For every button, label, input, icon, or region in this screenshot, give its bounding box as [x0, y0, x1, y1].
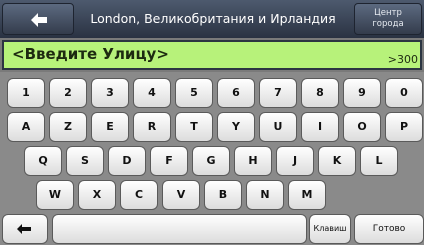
- key-p[interactable]: P: [385, 112, 423, 142]
- key-d[interactable]: D: [108, 146, 146, 176]
- key-k[interactable]: K: [318, 146, 356, 176]
- key-h[interactable]: H: [234, 146, 272, 176]
- city-center-label-2: города: [372, 19, 404, 29]
- left-arrow-icon: [31, 13, 47, 27]
- key-5[interactable]: 5: [175, 78, 213, 108]
- key-n[interactable]: N: [246, 180, 284, 210]
- key-i[interactable]: I: [301, 112, 339, 142]
- key-7[interactable]: 7: [259, 78, 297, 108]
- done-button[interactable]: Готово: [354, 214, 424, 244]
- key-y[interactable]: Y: [217, 112, 255, 142]
- keyboard: 1 2 3 4 5 6 7 8 9 0 A Z E R T Y U I O P …: [0, 72, 424, 245]
- city-center-label-1: Центр: [374, 8, 402, 18]
- key-u[interactable]: U: [259, 112, 297, 142]
- key-b[interactable]: B: [204, 180, 242, 210]
- key-f[interactable]: F: [150, 146, 188, 176]
- key-2[interactable]: 2: [49, 78, 87, 108]
- backspace-arrow-icon: [17, 224, 31, 234]
- key-r[interactable]: R: [133, 112, 171, 142]
- key-l[interactable]: L: [360, 146, 398, 176]
- top-bar: London, Великобритания и Ирландия Центр …: [0, 0, 424, 38]
- key-v[interactable]: V: [162, 180, 200, 210]
- key-e[interactable]: E: [91, 112, 129, 142]
- key-6[interactable]: 6: [217, 78, 255, 108]
- street-search-input[interactable]: <Введите Улицу> >300: [2, 40, 422, 70]
- key-j[interactable]: J: [276, 146, 314, 176]
- key-s[interactable]: S: [66, 146, 104, 176]
- key-z[interactable]: Z: [49, 112, 87, 142]
- key-3[interactable]: 3: [91, 78, 129, 108]
- page-title: London, Великобритания и Ирландия: [90, 11, 336, 26]
- keyboard-layout-button[interactable]: Клавиш: [309, 214, 351, 244]
- key-g[interactable]: G: [192, 146, 230, 176]
- key-1[interactable]: 1: [7, 78, 45, 108]
- key-9[interactable]: 9: [343, 78, 381, 108]
- key-t[interactable]: T: [175, 112, 213, 142]
- key-w[interactable]: W: [36, 180, 74, 210]
- key-q[interactable]: Q: [24, 146, 62, 176]
- key-m[interactable]: M: [288, 180, 326, 210]
- backspace-button[interactable]: [2, 214, 48, 244]
- key-c[interactable]: C: [120, 180, 158, 210]
- key-a[interactable]: A: [7, 112, 45, 142]
- back-button[interactable]: [2, 3, 74, 35]
- street-input-text: <Введите Улицу>: [12, 45, 169, 63]
- results-count: >300: [387, 53, 418, 66]
- space-bar[interactable]: [52, 214, 307, 244]
- key-0[interactable]: 0: [385, 78, 423, 108]
- key-8[interactable]: 8: [301, 78, 339, 108]
- key-4[interactable]: 4: [133, 78, 171, 108]
- city-center-button[interactable]: Центр города: [354, 3, 422, 35]
- key-o[interactable]: O: [343, 112, 381, 142]
- key-x[interactable]: X: [78, 180, 116, 210]
